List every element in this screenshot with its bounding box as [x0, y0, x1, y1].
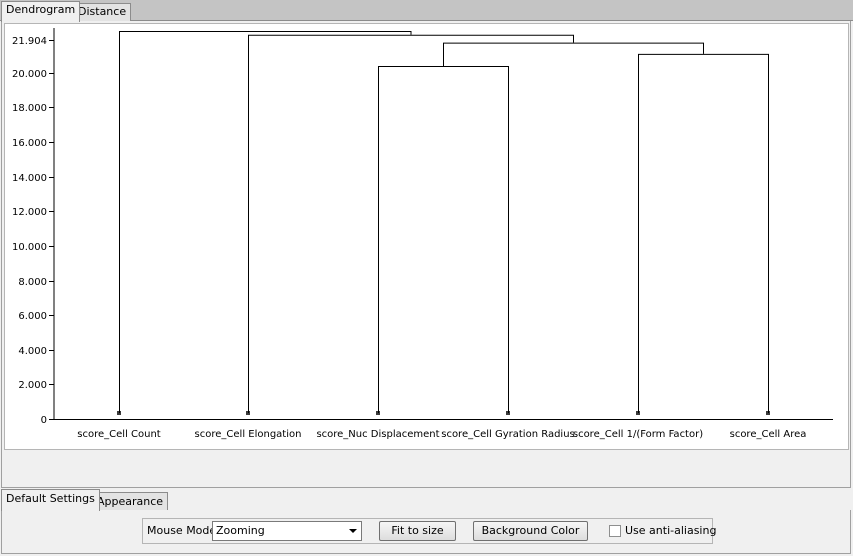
y-tick-label: 14.000	[12, 173, 47, 184]
y-tick-label: 10.000	[12, 242, 47, 253]
dendrogram-chart: 0 2.000 4.000 6.000 8.000 10.000 12.000 14.000 1…	[12, 28, 833, 440]
settings-panel: Mouse Mode Zooming Fit to size Backgroun…	[1, 510, 851, 554]
y-tick-label: 18.000	[12, 103, 47, 114]
dendrogram-link	[248, 34, 574, 413]
mouse-mode-value: Zooming	[216, 524, 265, 537]
tab-default-settings[interactable]: Default Settings	[1, 489, 100, 511]
y-tick-label: 0	[41, 415, 47, 426]
bottom-tab-strip: Default Settings Appearance	[1, 489, 851, 511]
tab-appearance[interactable]: Appearance	[92, 492, 169, 511]
background-color-button[interactable]: Background Color	[473, 521, 588, 541]
leaf-label: score_Cell Count	[77, 429, 161, 440]
y-tick-label: 20.000	[12, 69, 47, 80]
dendrogram-link	[378, 65, 509, 413]
anti-aliasing-checkbox[interactable]	[609, 525, 621, 537]
anti-aliasing-label: Use anti-aliasing	[625, 524, 717, 537]
tab-dendrogram[interactable]: Dendrogram	[1, 1, 81, 22]
dendrogram-panel: 0 2.000 4.000 6.000 8.000 10.000 12.000 14.000 1…	[1, 21, 851, 488]
y-tick-label: 16.000	[12, 138, 47, 149]
leaf-label: score_Cell Area	[730, 429, 807, 440]
y-tick-label: 6.000	[18, 311, 47, 322]
tab-distance[interactable]: Distance	[73, 3, 132, 21]
top-tab-strip: Dendrogram Distance	[0, 0, 853, 22]
plot-area[interactable]: 0 2.000 4.000 6.000 8.000 10.000 12.000 14.000 1…	[4, 23, 849, 450]
leaf-label: score_Cell 1/(Form Factor)	[573, 429, 703, 440]
dendrogram-link	[638, 53, 769, 413]
leaf-label: score_Nuc Displacement	[316, 429, 439, 440]
chevron-down-icon[interactable]	[349, 529, 357, 533]
y-tick-label: 4.000	[18, 346, 47, 357]
y-tick-label: 2.000	[18, 380, 47, 391]
mouse-mode-label: Mouse Mode	[147, 524, 217, 537]
dendrogram-link	[119, 31, 412, 413]
fit-to-size-button[interactable]: Fit to size	[379, 521, 456, 541]
mouse-mode-select[interactable]: Zooming	[212, 521, 362, 541]
leaf-label: score_Cell Elongation	[195, 429, 302, 440]
y-tick-label: 21.904	[12, 36, 47, 47]
leaf-label: score_Cell Gyration Radius	[441, 429, 575, 440]
controls-group: Mouse Mode Zooming Fit to size Backgroun…	[142, 518, 717, 544]
y-tick-label: 8.000	[18, 277, 47, 288]
y-tick-label: 12.000	[12, 207, 47, 218]
